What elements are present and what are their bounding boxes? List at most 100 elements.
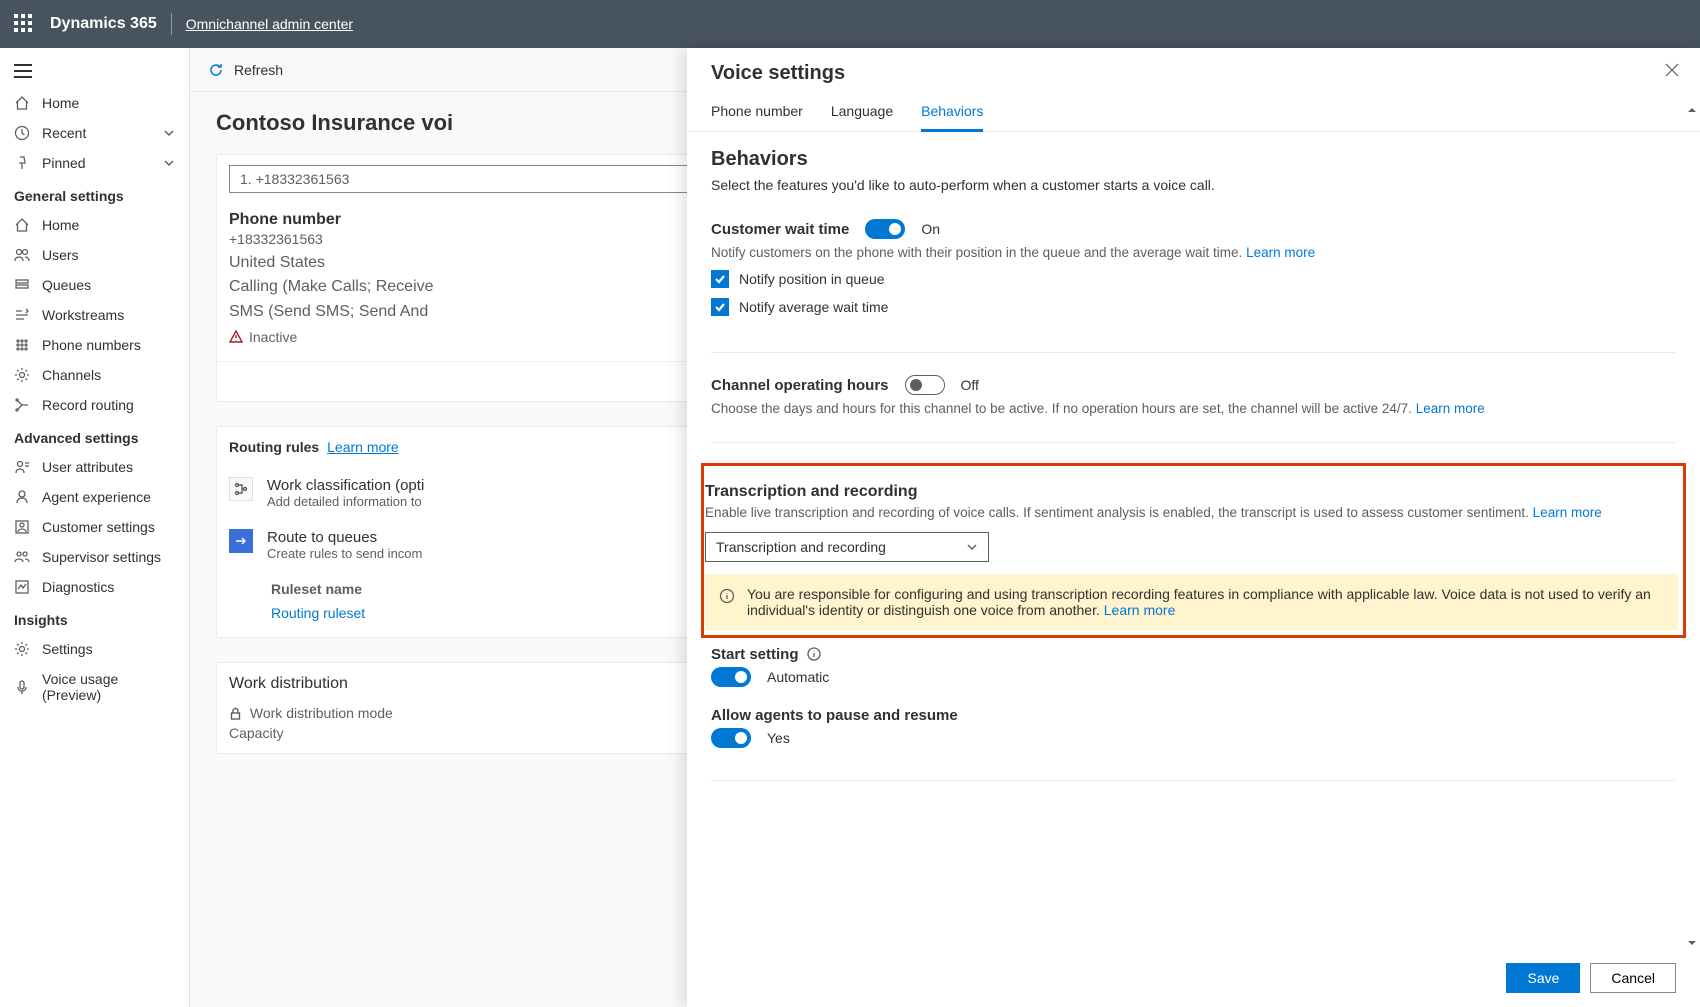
cwt-help: Notify customers on the phone with their… bbox=[711, 245, 1676, 260]
nav-home[interactable]: Home bbox=[0, 88, 189, 118]
app-launcher-icon[interactable] bbox=[14, 14, 34, 34]
cancel-button[interactable]: Cancel bbox=[1590, 963, 1676, 993]
wc-sub: Add detailed information to bbox=[267, 494, 424, 509]
notify-position-checkbox[interactable] bbox=[711, 270, 729, 288]
nav-label: Home bbox=[42, 217, 79, 233]
behaviors-desc: Select the features you'd like to auto-p… bbox=[711, 177, 1676, 193]
lock-icon bbox=[229, 707, 242, 720]
users-icon bbox=[14, 247, 30, 263]
nav-label: Agent experience bbox=[42, 489, 151, 505]
home-icon bbox=[14, 95, 30, 111]
nav-section-advanced: Advanced settings bbox=[0, 420, 189, 452]
chevron-down-icon bbox=[163, 157, 175, 169]
nav-diagnostics[interactable]: Diagnostics bbox=[0, 572, 189, 602]
tr-banner-text: You are responsible for configuring and … bbox=[747, 586, 1651, 618]
tab-behaviors[interactable]: Behaviors bbox=[921, 103, 983, 132]
tab-language[interactable]: Language bbox=[831, 103, 893, 131]
notify-avg-checkbox[interactable] bbox=[711, 298, 729, 316]
nav-label: Home bbox=[42, 95, 79, 111]
notify-avg-label: Notify average wait time bbox=[739, 299, 888, 315]
agent-icon bbox=[14, 489, 30, 505]
gear-icon bbox=[14, 641, 30, 657]
nav-label: Record routing bbox=[42, 397, 134, 413]
info-icon[interactable] bbox=[807, 647, 821, 661]
notify-position-label: Notify position in queue bbox=[739, 271, 885, 287]
start-label: Start setting bbox=[711, 646, 1676, 663]
start-toggle[interactable] bbox=[711, 667, 751, 687]
cwt-state: On bbox=[921, 221, 940, 237]
tr-banner: You are responsible for configuring and … bbox=[705, 574, 1678, 630]
nav-label: Customer settings bbox=[42, 519, 155, 535]
top-bar: Dynamics 365 Omnichannel admin center bbox=[0, 0, 1700, 48]
save-button[interactable]: Save bbox=[1506, 963, 1580, 993]
warning-icon bbox=[229, 330, 243, 344]
nav-supervisor-settings[interactable]: Supervisor settings bbox=[0, 542, 189, 572]
nav-insights-settings[interactable]: Settings bbox=[0, 634, 189, 664]
nav-general-home[interactable]: Home bbox=[0, 210, 189, 240]
coh-label: Channel operating hours bbox=[711, 377, 889, 394]
nav-section-insights: Insights bbox=[0, 602, 189, 634]
nav-queues[interactable]: Queues bbox=[0, 270, 189, 300]
tr-banner-learn-link[interactable]: Learn more bbox=[1104, 602, 1176, 618]
nav-users[interactable]: Users bbox=[0, 240, 189, 270]
coh-learn-link[interactable]: Learn more bbox=[1416, 401, 1485, 416]
pause-label: Allow agents to pause and resume bbox=[711, 707, 1676, 724]
nav-record-routing[interactable]: Record routing bbox=[0, 390, 189, 420]
tr-dropdown-value: Transcription and recording bbox=[716, 539, 886, 555]
routing-learn-link[interactable]: Learn more bbox=[327, 439, 399, 455]
tr-learn-link[interactable]: Learn more bbox=[1533, 505, 1602, 520]
nav-workstreams[interactable]: Workstreams bbox=[0, 300, 189, 330]
status-text: Inactive bbox=[249, 329, 297, 345]
cwt-learn-link[interactable]: Learn more bbox=[1246, 245, 1315, 260]
scroll-up-indicator[interactable] bbox=[1687, 102, 1698, 118]
nav-user-attributes[interactable]: User attributes bbox=[0, 452, 189, 482]
nav-label: Supervisor settings bbox=[42, 549, 161, 565]
nav-label: Users bbox=[42, 247, 79, 263]
user-attributes-icon bbox=[14, 459, 30, 475]
close-button[interactable] bbox=[1664, 62, 1680, 81]
nav-label: Workstreams bbox=[42, 307, 124, 323]
pin-icon bbox=[14, 155, 30, 171]
top-divider bbox=[171, 13, 172, 35]
branch-icon bbox=[229, 477, 253, 501]
home-icon bbox=[14, 217, 30, 233]
routing-ruleset-link[interactable]: Routing ruleset bbox=[271, 605, 365, 621]
tr-dropdown[interactable]: Transcription and recording bbox=[705, 532, 989, 562]
nav-channels[interactable]: Channels bbox=[0, 360, 189, 390]
supervisor-icon bbox=[14, 549, 30, 565]
workstreams-icon bbox=[14, 307, 30, 323]
close-icon bbox=[1664, 62, 1680, 78]
app-subtitle[interactable]: Omnichannel admin center bbox=[186, 16, 353, 32]
grid-icon bbox=[14, 337, 30, 353]
info-icon bbox=[719, 588, 735, 604]
start-state: Automatic bbox=[767, 669, 829, 685]
nav-label: Channels bbox=[42, 367, 101, 383]
nav-customer-settings[interactable]: Customer settings bbox=[0, 512, 189, 542]
nav-label: Diagnostics bbox=[42, 579, 114, 595]
clock-icon bbox=[14, 125, 30, 141]
nav-recent[interactable]: Recent bbox=[0, 118, 189, 148]
customer-icon bbox=[14, 519, 30, 535]
nav-phone-numbers[interactable]: Phone numbers bbox=[0, 330, 189, 360]
nav-label: Phone numbers bbox=[42, 337, 141, 353]
coh-toggle[interactable] bbox=[905, 375, 945, 395]
nav-pinned[interactable]: Pinned bbox=[0, 148, 189, 178]
cwt-toggle[interactable] bbox=[865, 219, 905, 239]
flyout-tabs: Phone number Language Behaviors bbox=[687, 85, 1700, 132]
hamburger-button[interactable] bbox=[0, 56, 189, 88]
behaviors-heading: Behaviors bbox=[711, 148, 1676, 171]
refresh-button[interactable]: Refresh bbox=[234, 62, 283, 78]
check-icon bbox=[714, 301, 726, 313]
tab-phone-number[interactable]: Phone number bbox=[711, 103, 803, 131]
hamburger-icon bbox=[14, 64, 32, 78]
pause-toggle[interactable] bbox=[711, 728, 751, 748]
nav-agent-experience[interactable]: Agent experience bbox=[0, 482, 189, 512]
scroll-down-indicator[interactable] bbox=[1687, 935, 1698, 951]
app-name: Dynamics 365 bbox=[50, 15, 157, 33]
cwt-label: Customer wait time bbox=[711, 221, 849, 238]
queues-icon bbox=[14, 277, 30, 293]
left-nav: Home Recent Pinned General settings Home… bbox=[0, 48, 190, 1007]
check-icon bbox=[714, 273, 726, 285]
rtq-sub: Create rules to send incom bbox=[267, 546, 422, 561]
nav-voice-usage[interactable]: Voice usage (Preview) bbox=[0, 664, 189, 710]
